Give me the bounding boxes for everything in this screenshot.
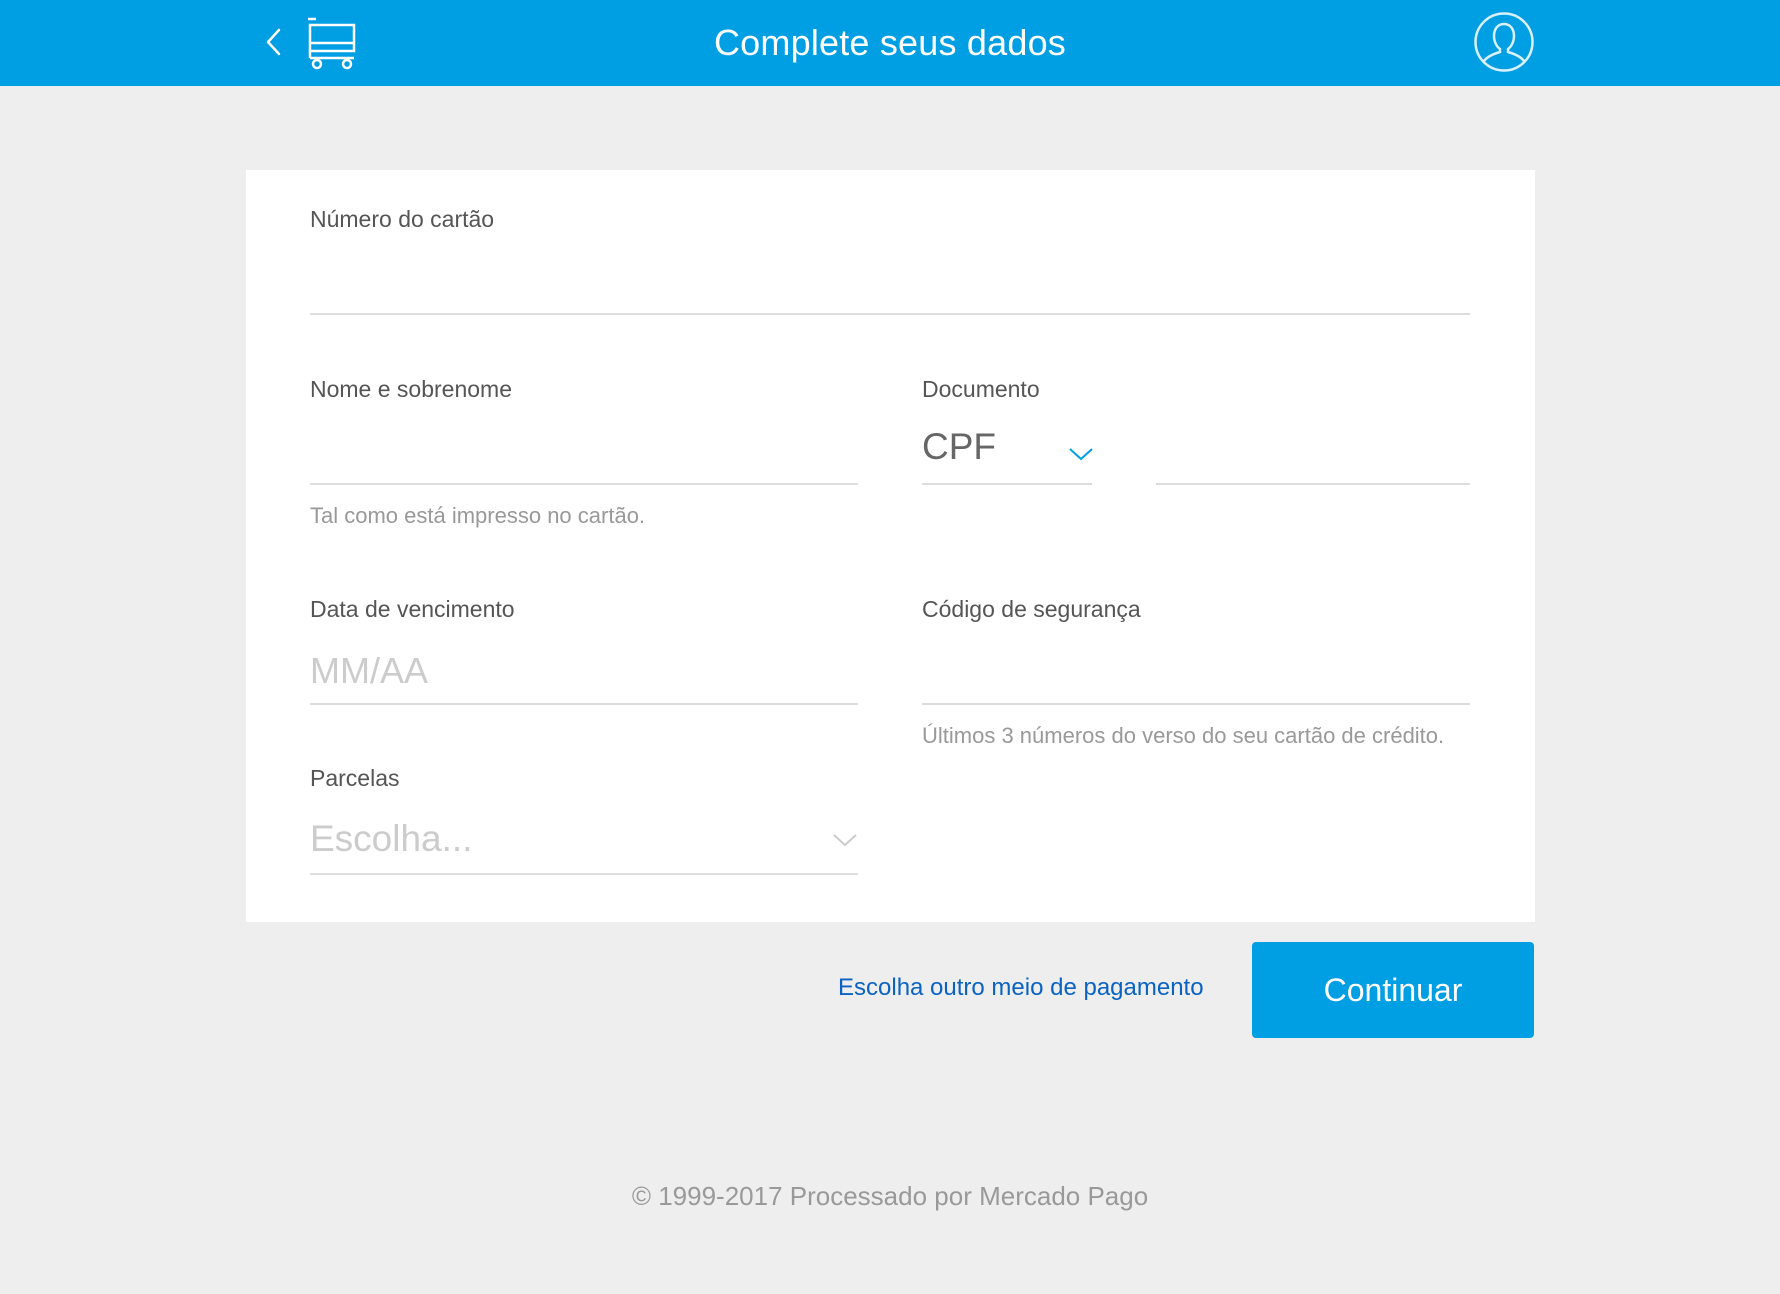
- document-type-value: CPF: [922, 426, 996, 467]
- security-code-underline: [922, 703, 1470, 705]
- security-code-hint: Últimos 3 números do verso do seu cartão…: [922, 723, 1445, 748]
- card-number-underline: [310, 313, 1470, 315]
- card-number-label: Número do cartão: [310, 206, 495, 232]
- full-name-hint: Tal como está impresso no cartão.: [310, 503, 646, 528]
- user-icon[interactable]: [1473, 11, 1535, 73]
- card-number-input[interactable]: [310, 256, 1470, 306]
- document-number-input[interactable]: [1156, 426, 1470, 476]
- security-code-input[interactable]: [922, 646, 1470, 696]
- chevron-down-icon: [1069, 448, 1093, 461]
- full-name-label: Nome e sobrenome: [310, 376, 512, 402]
- footer-copyright: © 1999-2017 Processado por Mercado Pago: [631, 1181, 1149, 1211]
- document-label: Documento: [922, 376, 1040, 402]
- installments-placeholder: Escolha...: [310, 818, 473, 859]
- document-type-select[interactable]: CPF: [922, 420, 1093, 484]
- installments-underline: [310, 873, 858, 875]
- full-name-input[interactable]: [310, 426, 858, 476]
- top-bar: Complete seus dados: [0, 0, 1780, 86]
- document-number-underline: [1156, 483, 1470, 485]
- expiration-label: Data de vencimento: [310, 596, 515, 622]
- chevron-down-icon: [833, 834, 857, 847]
- installments-select[interactable]: Escolha...: [310, 810, 858, 874]
- security-code-label: Código de segurança: [922, 596, 1141, 622]
- expiration-underline: [310, 703, 858, 705]
- document-type-underline: [922, 483, 1092, 485]
- payment-form-card: Número do cartão Nome e sobrenome Tal co…: [246, 170, 1535, 922]
- other-payment-method-link[interactable]: Escolha outro meio de pagamento: [838, 974, 1204, 1002]
- installments-label: Parcelas: [310, 765, 400, 791]
- continue-button[interactable]: Continuar: [1252, 942, 1534, 1038]
- expiration-input[interactable]: [310, 646, 858, 696]
- full-name-underline: [310, 483, 858, 485]
